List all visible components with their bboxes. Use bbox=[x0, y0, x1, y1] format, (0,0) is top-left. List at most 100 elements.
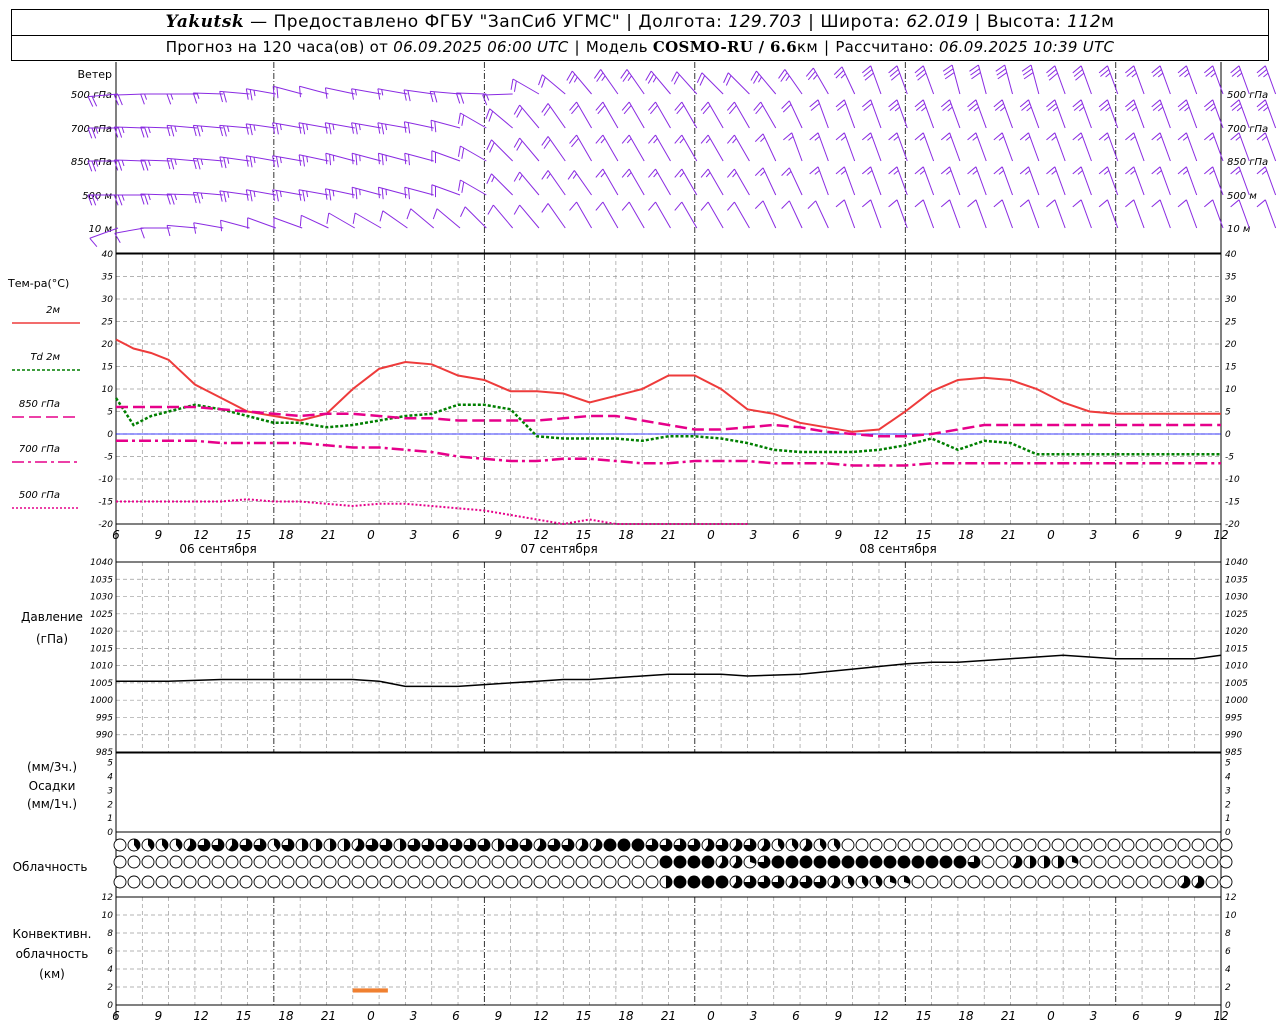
wind-barb-feather bbox=[972, 136, 978, 141]
cloud-circle bbox=[463, 855, 477, 869]
temp-xtick: 9 bbox=[835, 528, 843, 542]
cloud-symbol bbox=[617, 838, 631, 852]
wind-barb bbox=[809, 99, 829, 129]
wind-barb bbox=[621, 101, 645, 129]
wind-barb bbox=[778, 69, 803, 95]
wind-barb bbox=[1203, 99, 1224, 129]
wind-barb-staff bbox=[1080, 99, 1092, 129]
wind-barb-feather bbox=[381, 89, 384, 96]
temp-ytick-left: -5 bbox=[104, 453, 113, 463]
temp-xtick: 12 bbox=[873, 528, 888, 542]
wind-barb-staff bbox=[1133, 65, 1145, 95]
cloud-symbol bbox=[631, 875, 645, 889]
cloud-title: Облачность bbox=[13, 860, 88, 874]
wind-barb-feather bbox=[1157, 72, 1164, 78]
wind-barb-feather bbox=[377, 153, 380, 165]
wind-barb bbox=[324, 87, 355, 99]
cloud-circle bbox=[351, 875, 365, 889]
wind-barb bbox=[431, 150, 461, 164]
cloud-circle bbox=[295, 875, 309, 889]
wind-barb-feather bbox=[220, 220, 223, 232]
wind-barb-feather bbox=[894, 106, 901, 112]
wind-barb-feather bbox=[253, 90, 256, 97]
cloud-circle bbox=[421, 875, 435, 889]
cloud-symbol bbox=[309, 855, 323, 869]
wind-barb-feather bbox=[921, 106, 927, 112]
precip-ytick-left: 4 bbox=[107, 773, 113, 783]
wind-barb bbox=[595, 134, 619, 162]
wind-barb-staff bbox=[460, 179, 487, 196]
cloud-circle bbox=[505, 875, 519, 889]
press-ytick-right: 1010 bbox=[1225, 662, 1248, 672]
wind-barb-staff bbox=[1001, 199, 1013, 229]
wind-barb bbox=[914, 166, 935, 196]
cloud-circle bbox=[1149, 875, 1163, 889]
wind-barb bbox=[914, 132, 935, 162]
wind-barb-feather bbox=[1263, 72, 1269, 78]
wind-barb bbox=[486, 173, 513, 196]
cloud-symbol bbox=[883, 855, 897, 869]
cloud-circle bbox=[1163, 855, 1177, 869]
wind-barb-staff bbox=[681, 134, 698, 162]
conv-ytick-right: 0 bbox=[1225, 1001, 1231, 1011]
cloud-circle bbox=[155, 855, 169, 869]
wind-barb-staff bbox=[1080, 166, 1092, 196]
cloud-symbol bbox=[827, 838, 841, 852]
wind-barb-staff bbox=[655, 201, 671, 229]
temp-xtick: 3 bbox=[410, 528, 418, 542]
wind-barb bbox=[326, 212, 356, 229]
temp-legend-label: 850 гПа bbox=[19, 399, 60, 410]
wind-barb-feather bbox=[573, 76, 578, 83]
wind-barb bbox=[1072, 99, 1092, 129]
bottom-xtick: 3 bbox=[750, 1009, 758, 1023]
wind-barb-feather bbox=[972, 170, 978, 175]
cloud-symbol bbox=[505, 875, 519, 889]
cloud-symbol bbox=[491, 855, 505, 869]
wind-barb-feather bbox=[513, 171, 521, 182]
date-label: 07 сентября bbox=[520, 542, 597, 556]
wind-barb bbox=[455, 92, 487, 104]
wind-barb bbox=[783, 132, 803, 162]
wind-barb-feather bbox=[1156, 136, 1162, 141]
bottom-xtick: 12 bbox=[873, 1009, 888, 1023]
wind-barb-feather bbox=[1103, 170, 1110, 175]
cloud-symbol bbox=[533, 875, 547, 889]
wind-barb bbox=[888, 132, 908, 162]
wind-barb bbox=[1203, 65, 1224, 95]
wind-barb-staff bbox=[870, 99, 882, 129]
wind-barb bbox=[995, 64, 1014, 95]
bottom-xtick: 21 bbox=[1001, 1009, 1016, 1023]
cloud-circle bbox=[211, 875, 225, 889]
wind-barb-feather bbox=[1261, 170, 1268, 175]
wind-barb bbox=[754, 167, 777, 196]
wind-barb bbox=[166, 93, 197, 105]
cloud-symbol bbox=[1135, 875, 1149, 889]
wind-barb bbox=[967, 199, 987, 229]
wind-barb-staff bbox=[1185, 99, 1198, 129]
wind-barb-staff bbox=[576, 134, 593, 162]
temp-ytick-right: 10 bbox=[1225, 385, 1237, 395]
wind-barb bbox=[219, 90, 250, 103]
cloud-circle bbox=[995, 855, 1009, 869]
cloud-circle bbox=[267, 855, 281, 869]
bottom-xtick: 9 bbox=[1175, 1009, 1183, 1023]
wind-barb bbox=[1177, 199, 1198, 229]
press-grid bbox=[115, 561, 1222, 753]
cloud-symbol bbox=[519, 838, 533, 852]
cloud-circle bbox=[1191, 838, 1205, 852]
cloud-symbol bbox=[351, 875, 365, 889]
temp-ytick-right: 20 bbox=[1225, 340, 1237, 350]
cloud-circle bbox=[561, 855, 575, 869]
wind-barb bbox=[861, 132, 882, 162]
wind-barb-feather bbox=[510, 78, 514, 90]
wind-barb-feather bbox=[754, 200, 764, 209]
cloud-symbol bbox=[155, 875, 169, 889]
wind-barb-staff bbox=[1080, 65, 1092, 95]
wind-barb-staff bbox=[870, 65, 882, 95]
wind-barb bbox=[967, 132, 987, 162]
wind-barb-staff bbox=[1159, 99, 1171, 129]
wind-barb-feather bbox=[813, 74, 818, 80]
wind-barb-feather bbox=[1072, 199, 1082, 208]
cloud-circle bbox=[225, 875, 239, 889]
wind-barb-staff bbox=[1028, 199, 1040, 229]
